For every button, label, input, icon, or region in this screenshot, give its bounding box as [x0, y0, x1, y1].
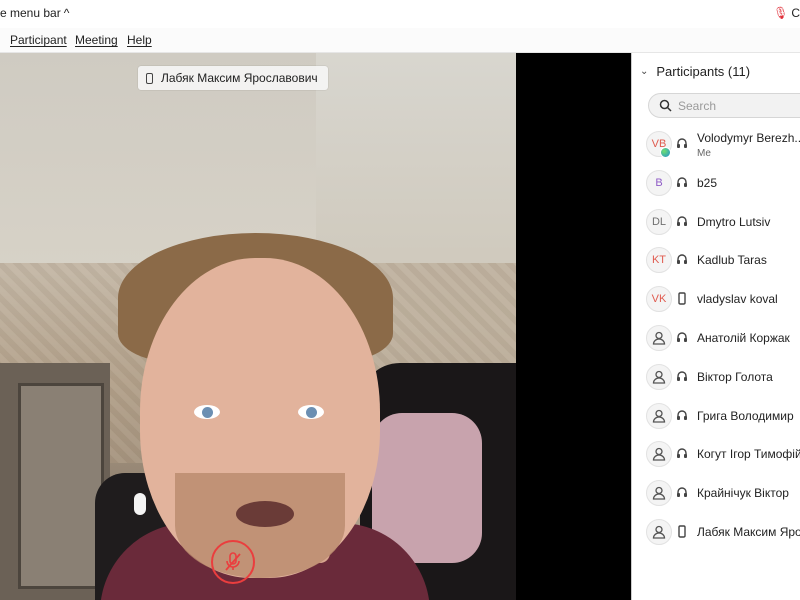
- hide-menu-bar-toggle[interactable]: e menu bar ^: [0, 6, 69, 20]
- participant-row[interactable]: Лабяк Максим Ярос: [632, 513, 800, 551]
- headset-icon: [676, 253, 688, 267]
- search-icon: [659, 99, 672, 112]
- participant-name: Kadlub Taras: [697, 253, 767, 268]
- video-name-label: Лабяк Максим Ярославович: [161, 71, 318, 85]
- participants-panel: ⌄ Participants (11) Search VB Volodymyr B…: [632, 53, 800, 600]
- avatar: VK: [646, 286, 672, 313]
- participant-row[interactable]: Анатолій Коржак: [632, 319, 800, 357]
- participant-row[interactable]: Bb25: [632, 164, 800, 202]
- video-letterbox: [516, 53, 631, 600]
- title-bar: e menu bar ^ 🎙 C: [0, 0, 800, 28]
- mic-muted-overlay: [211, 540, 255, 584]
- mic-muted-icon: [225, 552, 241, 571]
- headset-icon: [676, 331, 688, 345]
- participant-name: Когут Ігор Тимофій: [697, 447, 800, 462]
- participant-name: Крайнічук Віктор: [697, 486, 789, 501]
- headset-icon: [676, 409, 688, 423]
- search-participants[interactable]: Search: [648, 93, 800, 118]
- participants-title: Participants (11): [656, 64, 751, 79]
- participant-row[interactable]: Крайнічук Віктор: [632, 474, 800, 512]
- participant-name: Volodymyr Berezh...: [697, 131, 800, 145]
- top-right-text: C: [791, 6, 800, 20]
- user-icon: [646, 325, 672, 351]
- participant-subtitle: Me: [697, 148, 711, 159]
- headset-icon: [676, 486, 688, 500]
- headset-icon: [676, 370, 688, 384]
- user-icon: [646, 402, 672, 429]
- headset-icon: [676, 176, 688, 190]
- chevron-down-icon: ⌄: [640, 66, 649, 77]
- avatar: B: [646, 169, 672, 196]
- headset-icon: [676, 215, 688, 229]
- user-icon: [646, 441, 672, 468]
- user-icon: [646, 480, 672, 507]
- avatar: KT: [646, 247, 672, 274]
- chevron-up-icon: ^: [63, 6, 70, 20]
- participant-row[interactable]: Когут Ігор Тимофій: [632, 435, 800, 473]
- menu-participant[interactable]: Participant: [10, 33, 67, 47]
- participant-name: Лабяк Максим Ярос: [697, 525, 800, 539]
- mute-indicator[interactable]: 🎙 C: [773, 6, 800, 20]
- avatar: DL: [646, 208, 672, 235]
- mic-muted-icon: 🎙: [773, 6, 789, 20]
- menu-bar: Participant Meeting Help: [0, 28, 800, 52]
- headset-icon: [676, 447, 688, 461]
- phone-icon: [676, 292, 688, 306]
- status-dot-icon: [660, 147, 671, 158]
- user-icon: [646, 363, 672, 390]
- participant-name: vladyslav koval: [697, 292, 778, 307]
- user-icon: [646, 519, 672, 545]
- participant-row[interactable]: DL Dmytro Lutsiv: [632, 203, 800, 241]
- hide-menu-label: e menu bar: [0, 6, 61, 20]
- video-feed[interactable]: [0, 53, 516, 600]
- headset-icon: [676, 137, 688, 151]
- participant-name: Анатолій Коржак: [697, 331, 790, 345]
- video-name-tag: Лабяк Максим Ярославович: [138, 66, 328, 90]
- participant-name: b25: [697, 175, 718, 190]
- participant-row[interactable]: VB Volodymyr Berezh... Me: [632, 125, 800, 163]
- participant-row[interactable]: Віктор Голота: [632, 358, 800, 396]
- participant-row[interactable]: Грига Володимир: [632, 397, 800, 435]
- menu-meeting[interactable]: Meeting: [75, 33, 118, 47]
- phone-icon: [676, 525, 688, 539]
- participant-row[interactable]: KT Kadlub Taras: [632, 241, 800, 279]
- participant-name: Грига Володимир: [697, 408, 794, 423]
- participant-row[interactable]: VK vladyslav koval: [632, 280, 800, 318]
- participant-name: Dmytro Lutsiv: [697, 214, 771, 229]
- menu-help[interactable]: Help: [127, 33, 152, 47]
- phone-icon: [146, 72, 153, 84]
- participants-header[interactable]: ⌄ Participants (11): [640, 64, 750, 79]
- participant-name: Віктор Голота: [697, 369, 773, 384]
- search-placeholder: Search: [678, 99, 717, 113]
